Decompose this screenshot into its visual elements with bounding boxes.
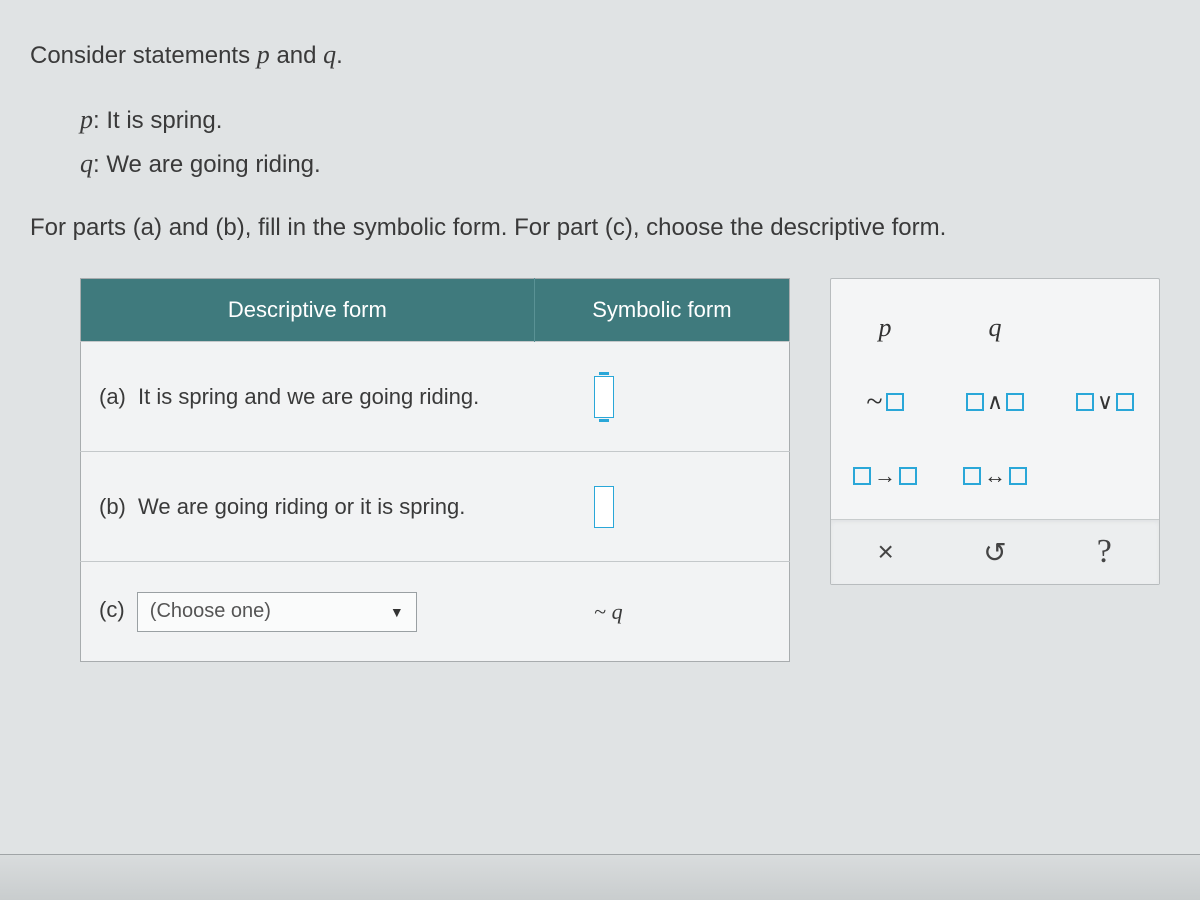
def-q-var: q <box>80 149 93 178</box>
statement-definitions: p: It is spring. q: We are going riding. <box>30 98 1170 186</box>
row-b-symbolic[interactable] <box>534 452 789 562</box>
row-b: (b) We are going riding or it is spring. <box>81 452 790 562</box>
descriptive-dropdown-c[interactable]: (Choose one) ▼ <box>137 592 417 632</box>
not-icon: ~ <box>866 385 882 419</box>
definition-q: q: We are going riding. <box>80 142 1170 186</box>
question-page: Consider statements p and q. p: It is sp… <box>0 0 1200 692</box>
dropdown-placeholder: (Choose one) <box>150 600 271 623</box>
bottom-bar <box>0 854 1200 900</box>
intro-prefix: Consider statements <box>30 42 257 69</box>
palette-or-button[interactable]: ∨ <box>1050 365 1160 439</box>
row-a-descriptive: (a) It is spring and we are going riding… <box>81 342 535 452</box>
placeholder-box-icon <box>966 393 984 411</box>
placeholder-box-icon <box>1006 393 1024 411</box>
arrow-both-icon: ↔ <box>981 463 1009 489</box>
undo-icon: ↺ <box>983 536 1006 569</box>
placeholder-box-icon <box>853 467 871 485</box>
palette-grid: p q ~ ∧ ∨ → ↔ <box>831 291 1159 513</box>
symbolic-input-a[interactable] <box>594 376 614 418</box>
and-icon: ∧ <box>984 389 1006 415</box>
header-symbolic: Symbolic form <box>534 279 789 342</box>
row-a-label: (a) <box>99 384 126 409</box>
row-c-descriptive: (c) (Choose one) ▼ <box>81 562 535 662</box>
header-descriptive: Descriptive form <box>81 279 535 342</box>
palette-spacer-1 <box>1050 291 1160 365</box>
row-c-label: (c) <box>99 597 125 622</box>
help-icon: ? <box>1097 533 1112 571</box>
placeholder-box-icon <box>963 467 981 485</box>
intro-text: Consider statements p and q. <box>30 40 1170 70</box>
or-icon: ∨ <box>1094 389 1116 415</box>
palette-actions: × ↺ ? <box>831 519 1159 584</box>
instructions-text: For parts (a) and (b), fill in the symbo… <box>30 214 1170 242</box>
placeholder-box-icon <box>886 393 904 411</box>
palette-biconditional-button[interactable]: ↔ <box>940 439 1050 513</box>
symbolic-input-b[interactable] <box>594 486 614 528</box>
forms-table: Descriptive form Symbolic form (a) It is… <box>80 278 790 662</box>
intro-mid: and <box>270 42 323 69</box>
row-c-symbolic: ~ q <box>534 562 789 662</box>
def-p-var: p <box>80 105 93 134</box>
palette-not-button[interactable]: ~ <box>830 365 940 439</box>
palette-p-button[interactable]: p <box>830 291 940 365</box>
row-a-symbolic[interactable] <box>534 342 789 452</box>
palette-spacer-2 <box>1050 439 1160 513</box>
row-b-descriptive: (b) We are going riding or it is spring. <box>81 452 535 562</box>
placeholder-box-icon <box>1116 393 1134 411</box>
intro-var-p: p <box>257 40 270 69</box>
palette-q-button[interactable]: q <box>940 291 1050 365</box>
row-a-text: It is spring and we are going riding. <box>138 384 479 409</box>
palette-conditional-button[interactable]: → <box>830 439 940 513</box>
row-c-tilde: ~ <box>594 599 611 624</box>
undo-button[interactable]: ↺ <box>940 520 1049 584</box>
row-b-label: (b) <box>99 494 126 519</box>
intro-var-q: q <box>323 40 336 69</box>
row-b-text: We are going riding or it is spring. <box>138 494 465 519</box>
def-q-text: : We are going riding. <box>93 151 321 178</box>
placeholder-box-icon <box>899 467 917 485</box>
clear-button[interactable]: × <box>831 520 940 584</box>
help-button[interactable]: ? <box>1050 520 1159 584</box>
content-row: Descriptive form Symbolic form (a) It is… <box>30 278 1170 662</box>
definition-p: p: It is spring. <box>80 98 1170 142</box>
row-c: (c) (Choose one) ▼ ~ q <box>81 562 790 662</box>
close-icon: × <box>877 536 893 568</box>
palette-and-button[interactable]: ∧ <box>940 365 1050 439</box>
placeholder-box-icon <box>1009 467 1027 485</box>
row-a: (a) It is spring and we are going riding… <box>81 342 790 452</box>
arrow-right-icon: → <box>871 463 899 489</box>
chevron-down-icon: ▼ <box>390 604 404 620</box>
placeholder-box-icon <box>1076 393 1094 411</box>
operator-palette: p q ~ ∧ ∨ → ↔ <box>830 278 1160 585</box>
row-c-var: q <box>612 599 623 624</box>
def-p-text: : It is spring. <box>93 107 222 134</box>
intro-suffix: . <box>336 42 343 69</box>
